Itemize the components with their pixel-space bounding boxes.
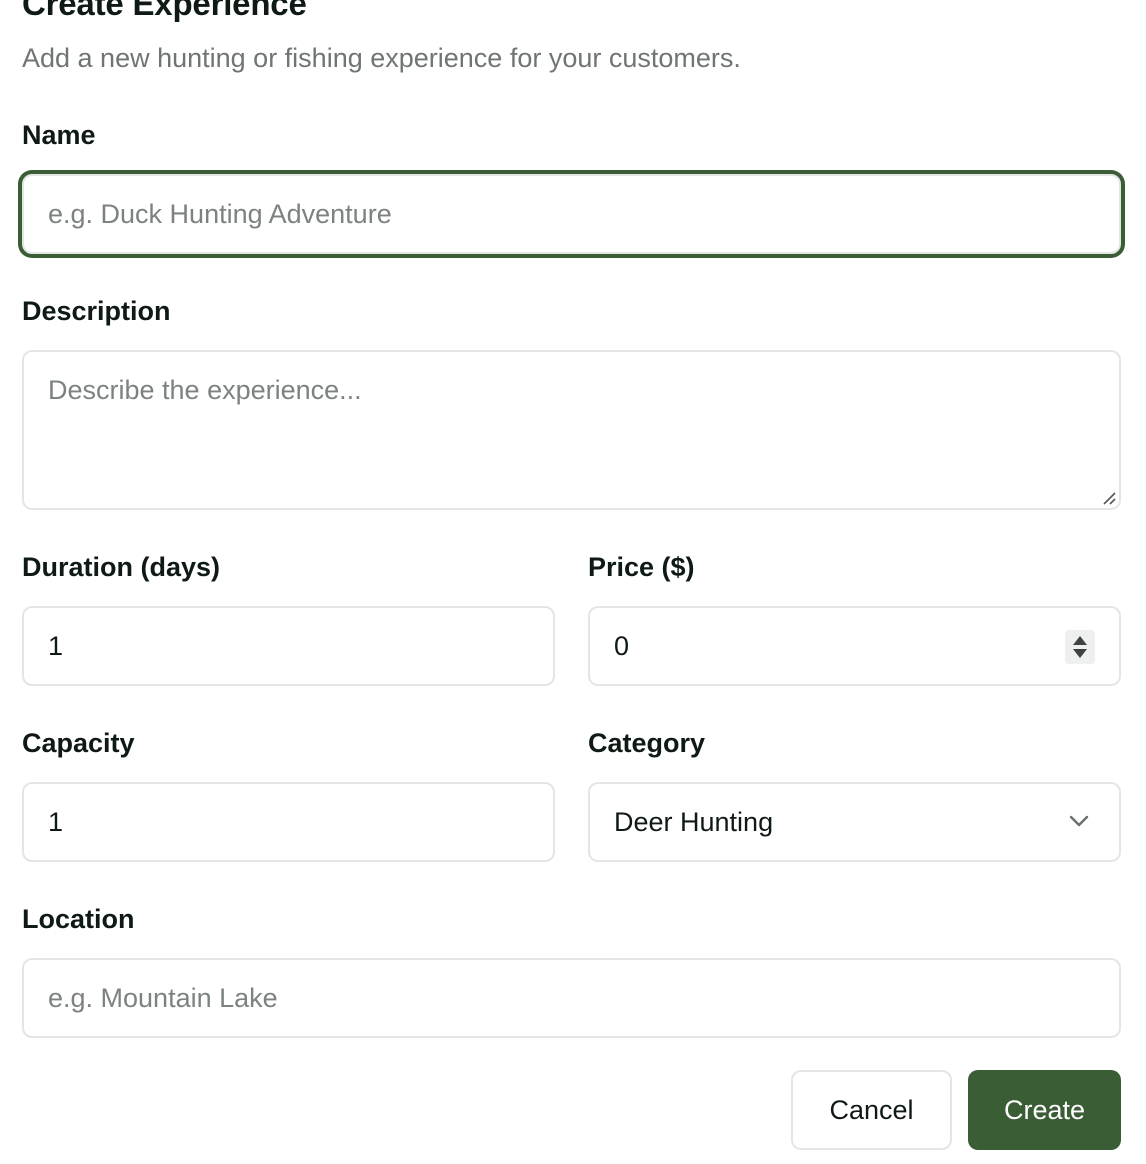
decrement-arrow-icon[interactable] (1073, 649, 1087, 658)
capacity-input[interactable]: 1 (22, 782, 555, 862)
cancel-button[interactable]: Cancel (791, 1070, 952, 1150)
description-wrapper (22, 350, 1121, 510)
duration-input[interactable]: 1 (22, 606, 555, 686)
chevron-down-icon (1069, 815, 1089, 827)
location-input[interactable] (22, 958, 1121, 1038)
resize-handle-icon[interactable] (1101, 490, 1117, 506)
category-selected-value: Deer Hunting (614, 806, 774, 837)
name-input[interactable] (22, 174, 1121, 254)
description-label: Description (22, 296, 171, 326)
duration-value: 1 (48, 630, 64, 661)
price-label: Price ($) (588, 552, 695, 582)
dialog-title: Create Experience (22, 0, 307, 22)
name-label: Name (22, 120, 96, 150)
capacity-value: 1 (48, 806, 64, 837)
location-label: Location (22, 904, 135, 934)
description-textarea[interactable] (22, 350, 1121, 510)
price-value: 0 (614, 630, 630, 661)
capacity-label: Capacity (22, 728, 135, 758)
category-label: Category (588, 728, 706, 758)
dialog-subtitle: Add a new hunting or fishing experience … (22, 43, 741, 73)
increment-arrow-icon[interactable] (1073, 636, 1087, 645)
duration-label: Duration (days) (22, 552, 221, 582)
category-select[interactable]: Deer Hunting (588, 782, 1121, 862)
create-button[interactable]: Create (968, 1070, 1121, 1150)
spinner-icon[interactable] (1065, 630, 1095, 664)
price-input[interactable]: 0 (588, 606, 1121, 686)
